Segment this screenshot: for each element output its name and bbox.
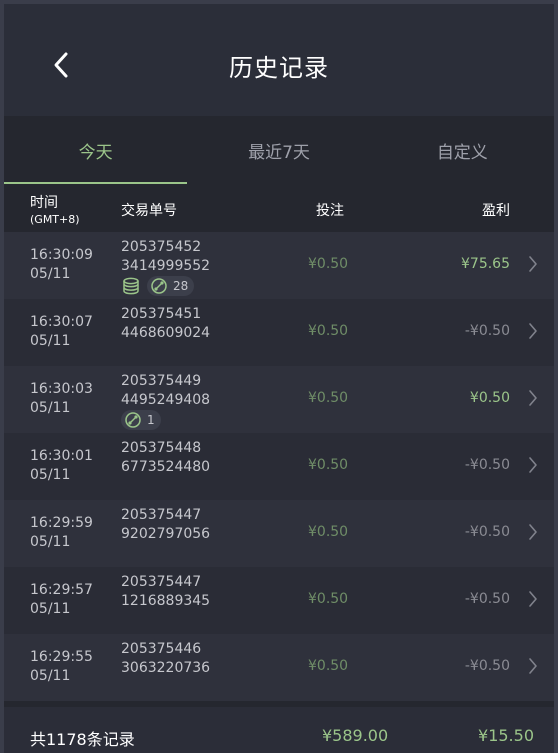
tab-today[interactable]: 今天 [4, 116, 188, 184]
record-clock: 16:30:03 [30, 381, 93, 397]
column-profit: 盈利 [482, 203, 510, 219]
record-date: 05/11 [30, 400, 71, 416]
record-clock: 16:29:55 [30, 649, 93, 665]
record-id-secondary: 3063220736 [121, 660, 211, 676]
record-row[interactable]: 16:30:09 05/11 205375452 3414999552 28 ¥… [4, 232, 554, 299]
record-id-secondary: 3414999552 [121, 258, 211, 274]
column-time: 时间 (GMT+8) [30, 192, 80, 226]
page-title: 历史记录 [229, 54, 329, 82]
record-id-secondary: 4495249408 [121, 392, 211, 408]
record-time: 16:30:07 05/11 [30, 313, 93, 351]
record-time: 16:30:09 05/11 [30, 246, 93, 284]
coin-stack-icon [123, 277, 139, 295]
chevron-right-icon [529, 256, 537, 272]
record-bet: ¥0.50 [308, 457, 349, 473]
record-clock: 16:30:07 [30, 314, 93, 330]
record-id-primary: 205375452 [121, 239, 202, 255]
record-bet: ¥0.50 [308, 658, 349, 674]
record-clock: 16:29:57 [30, 582, 93, 598]
record-profit: -¥0.50 [464, 457, 510, 473]
record-order-id: 205375447 9202797056 [121, 506, 210, 544]
profit-total: ¥15.50 [478, 726, 534, 745]
column-time-label: 时间 [30, 195, 58, 211]
link-icon [151, 278, 167, 294]
record-clock: 16:29:59 [30, 515, 93, 531]
record-row[interactable]: 16:29:55 05/11 205375446 3063220736 ¥0.5… [4, 634, 554, 701]
record-order-id: 205375452 3414999552 [121, 238, 210, 276]
tab-last-7-days[interactable]: 最近7天 [187, 116, 370, 184]
column-order-id: 交易单号 [121, 203, 177, 219]
chevron-right-icon [529, 323, 537, 339]
record-bet: ¥0.50 [308, 256, 349, 272]
record-order-id: 205375446 3063220736 [121, 640, 210, 678]
record-row[interactable]: 16:30:03 05/11 205375449 4495249408 1 ¥0… [4, 366, 554, 433]
record-time: 16:29:59 05/11 [30, 514, 93, 552]
record-bet: ¥0.50 [308, 390, 349, 406]
record-time: 16:30:01 05/11 [30, 447, 93, 485]
column-bet: 投注 [316, 203, 344, 219]
record-order-id: 205375449 4495249408 [121, 372, 210, 410]
record-bet: ¥0.50 [308, 524, 349, 540]
chevron-right-icon [529, 658, 537, 674]
record-date: 05/11 [30, 333, 71, 349]
record-row[interactable]: 16:29:59 05/11 205375447 9202797056 ¥0.5… [4, 500, 554, 567]
record-profit: -¥0.50 [464, 323, 510, 339]
link-count-badge: 28 [147, 276, 195, 296]
link-count: 1 [147, 413, 155, 427]
record-order-id: 205375448 6773524480 [121, 439, 210, 477]
chevron-right-icon [529, 524, 537, 540]
record-row[interactable]: 16:30:01 05/11 205375448 6773524480 ¥0.5… [4, 433, 554, 500]
record-time: 16:29:57 05/11 [30, 581, 93, 619]
record-bet: ¥0.50 [308, 591, 349, 607]
record-id-primary: 205375446 [121, 641, 202, 657]
tab-custom[interactable]: 自定义 [371, 116, 554, 184]
record-row[interactable]: 16:29:57 05/11 205375447 1216889345 ¥0.5… [4, 567, 554, 634]
record-bet: ¥0.50 [308, 323, 349, 339]
summary-footer: 共1178条记录 ¥589.00 ¥15.50 [4, 707, 554, 753]
header-bar: 历史记录 [4, 4, 554, 116]
record-id-primary: 205375447 [121, 574, 202, 590]
record-date: 05/11 [30, 601, 71, 617]
record-id-secondary: 1216889345 [121, 593, 211, 609]
chevron-right-icon [529, 390, 537, 406]
record-id-secondary: 9202797056 [121, 526, 211, 542]
record-profit: -¥0.50 [464, 591, 510, 607]
record-order-id: 205375451 4468609024 [121, 305, 210, 343]
bet-total: ¥589.00 [322, 726, 389, 745]
tab-bar: 今天 最近7天 自定义 [4, 116, 554, 184]
record-date: 05/11 [30, 534, 71, 550]
record-date: 05/11 [30, 467, 71, 483]
record-id-primary: 205375448 [121, 440, 202, 456]
record-order-id: 205375447 1216889345 [121, 573, 210, 611]
record-time: 16:30:03 05/11 [30, 380, 93, 418]
record-id-primary: 205375451 [121, 306, 202, 322]
record-list: 16:30:09 05/11 205375452 3414999552 28 ¥… [4, 232, 554, 701]
record-id-secondary: 4468609024 [121, 325, 211, 341]
link-count-badge: 1 [121, 410, 161, 430]
record-row[interactable]: 16:30:07 05/11 205375451 4468609024 ¥0.5… [4, 299, 554, 366]
record-count: 共1178条记录 [30, 730, 135, 749]
record-profit: -¥0.50 [464, 658, 510, 674]
column-header: 时间 (GMT+8) 交易单号 投注 盈利 [4, 184, 554, 232]
column-timezone-label: (GMT+8) [30, 213, 80, 226]
record-clock: 16:30:09 [30, 247, 93, 263]
record-badges: 28 [121, 276, 195, 296]
record-id-secondary: 6773524480 [121, 459, 211, 475]
record-profit: ¥0.50 [469, 390, 510, 406]
link-icon [125, 412, 141, 428]
chevron-right-icon [529, 457, 537, 473]
record-clock: 16:30:01 [30, 448, 93, 464]
record-profit: ¥75.65 [461, 256, 510, 272]
record-id-primary: 205375447 [121, 507, 202, 523]
record-date: 05/11 [30, 668, 71, 684]
record-date: 05/11 [30, 266, 71, 282]
app-frame: 历史记录 今天 最近7天 自定义 时间 (GMT+8) 交易单号 投注 盈利 1… [4, 4, 554, 753]
chevron-right-icon [529, 591, 537, 607]
link-count: 28 [173, 279, 189, 293]
record-profit: -¥0.50 [464, 524, 510, 540]
record-badges: 1 [121, 410, 161, 430]
record-time: 16:29:55 05/11 [30, 648, 93, 686]
record-id-primary: 205375449 [121, 373, 202, 389]
